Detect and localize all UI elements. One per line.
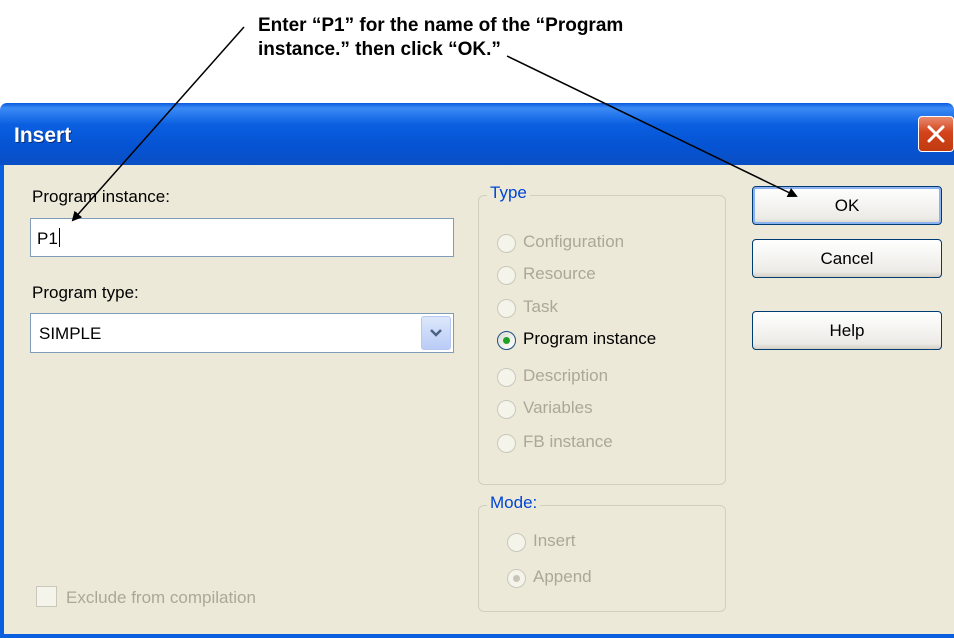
arrow-to-ok [506, 55, 798, 198]
annotation-arrows [71, 26, 798, 222]
arrow-to-input [71, 26, 245, 222]
